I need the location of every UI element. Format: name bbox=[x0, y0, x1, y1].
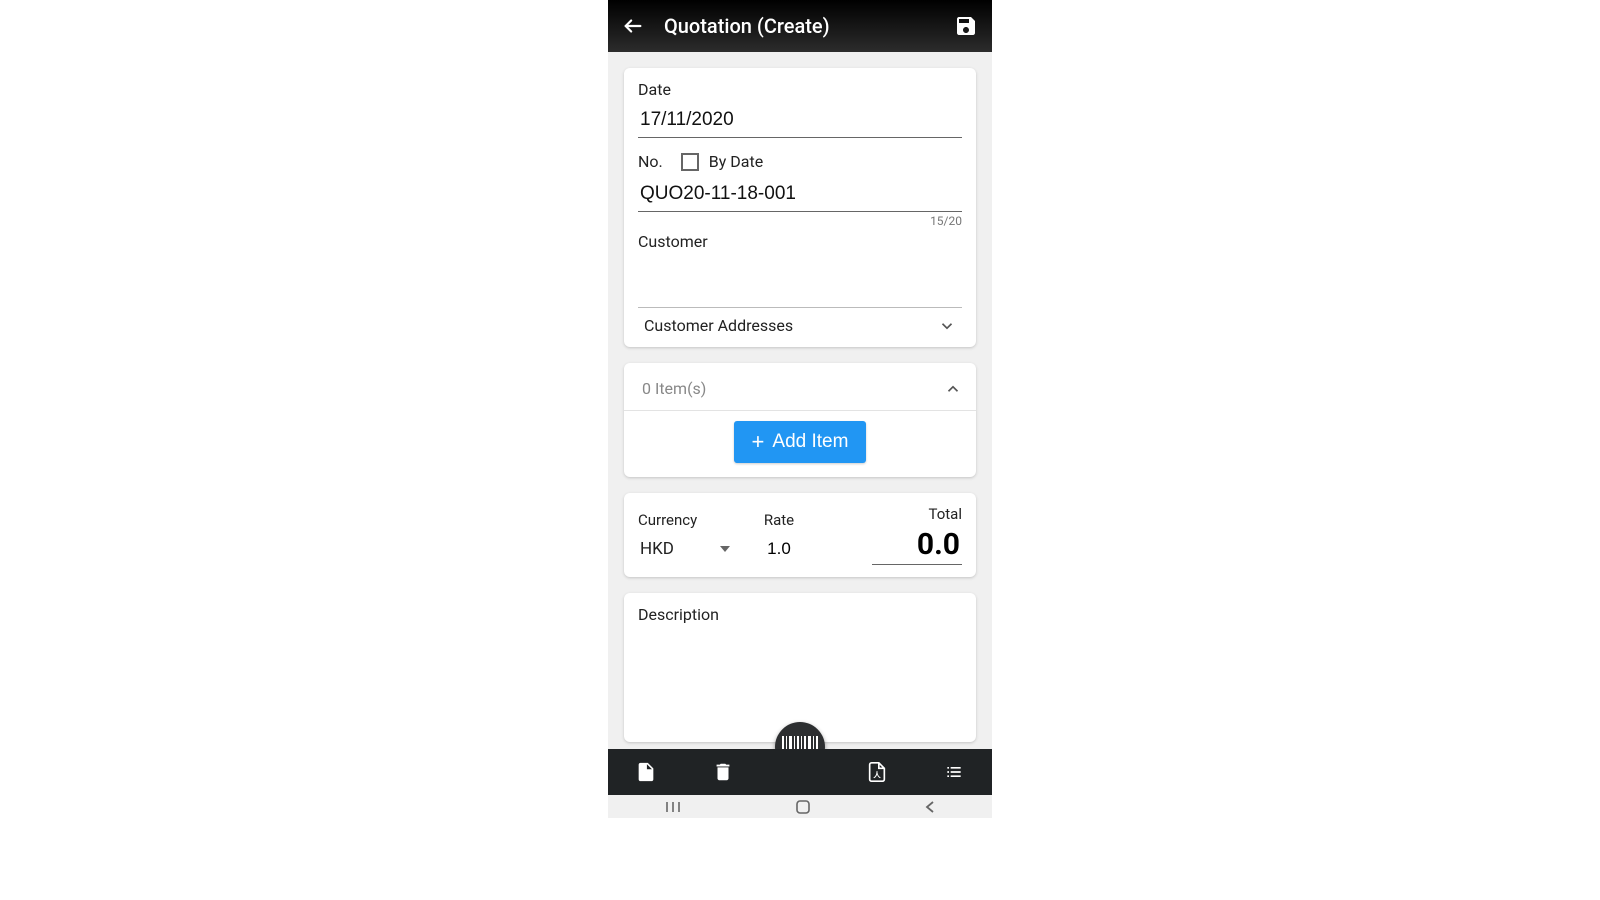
new-document-button[interactable] bbox=[608, 749, 685, 795]
rate-label: Rate bbox=[764, 511, 794, 529]
total-label: Total bbox=[929, 505, 963, 523]
add-item-label: Add Item bbox=[772, 431, 848, 453]
description-card: Description bbox=[624, 593, 976, 742]
back-button[interactable] bbox=[620, 13, 646, 39]
customer-input[interactable] bbox=[638, 273, 962, 308]
description-input[interactable] bbox=[638, 628, 962, 698]
total-value: 0.0 bbox=[872, 527, 962, 565]
save-button[interactable] bbox=[952, 12, 980, 40]
number-input[interactable] bbox=[638, 177, 962, 212]
rate-input[interactable] bbox=[744, 533, 814, 565]
plus-icon: + bbox=[752, 431, 765, 453]
date-label: Date bbox=[638, 80, 962, 99]
currency-select[interactable]: HKD bbox=[638, 533, 732, 565]
add-item-button[interactable]: + Add Item bbox=[734, 421, 867, 463]
system-back-button[interactable] bbox=[924, 800, 936, 814]
chevron-down-icon bbox=[938, 317, 956, 335]
by-date-checkbox[interactable] bbox=[681, 153, 699, 171]
customer-label: Customer bbox=[638, 232, 962, 251]
recents-button[interactable] bbox=[664, 800, 682, 814]
save-icon bbox=[954, 14, 978, 38]
list-button[interactable] bbox=[915, 749, 992, 795]
svg-text:人: 人 bbox=[873, 771, 881, 780]
page-title: Quotation (Create) bbox=[664, 14, 952, 38]
toolbar-center-spacer bbox=[762, 749, 839, 795]
customer-addresses-label: Customer Addresses bbox=[644, 316, 793, 335]
app-screen: Quotation (Create) Date No. By Date 15/2… bbox=[608, 0, 992, 818]
pdf-icon: 人 bbox=[866, 759, 888, 785]
date-input[interactable] bbox=[638, 103, 962, 138]
divider bbox=[624, 410, 976, 411]
app-bar: Quotation (Create) bbox=[608, 0, 992, 52]
bottom-toolbar: 人 bbox=[608, 749, 992, 795]
back-chevron-icon bbox=[924, 800, 936, 814]
system-nav-bar bbox=[608, 795, 992, 818]
export-pdf-button[interactable]: 人 bbox=[838, 749, 915, 795]
currency-value: HKD bbox=[640, 539, 674, 559]
items-card: 0 Item(s) + Add Item bbox=[624, 363, 976, 477]
delete-button[interactable] bbox=[685, 749, 762, 795]
number-char-counter: 15/20 bbox=[638, 214, 962, 228]
quotation-details-card: Date No. By Date 15/20 Customer Customer… bbox=[624, 68, 976, 347]
description-label: Description bbox=[638, 605, 962, 624]
home-icon bbox=[795, 799, 811, 815]
currency-label: Currency bbox=[638, 511, 732, 529]
document-icon bbox=[635, 759, 657, 785]
items-count-label: 0 Item(s) bbox=[642, 379, 706, 398]
list-icon bbox=[942, 762, 966, 782]
recents-icon bbox=[664, 800, 682, 814]
chevron-up-icon[interactable] bbox=[944, 380, 962, 398]
by-date-label: By Date bbox=[709, 152, 763, 171]
home-button[interactable] bbox=[795, 799, 811, 815]
form-scroll[interactable]: Date No. By Date 15/20 Customer Customer… bbox=[608, 52, 992, 772]
number-label: No. bbox=[638, 152, 663, 171]
totals-card: Currency HKD Rate Total 0.0 bbox=[624, 493, 976, 577]
trash-icon bbox=[712, 759, 734, 785]
arrow-left-icon bbox=[622, 15, 644, 37]
customer-addresses-expander[interactable]: Customer Addresses bbox=[638, 308, 962, 335]
dropdown-icon bbox=[720, 544, 730, 554]
